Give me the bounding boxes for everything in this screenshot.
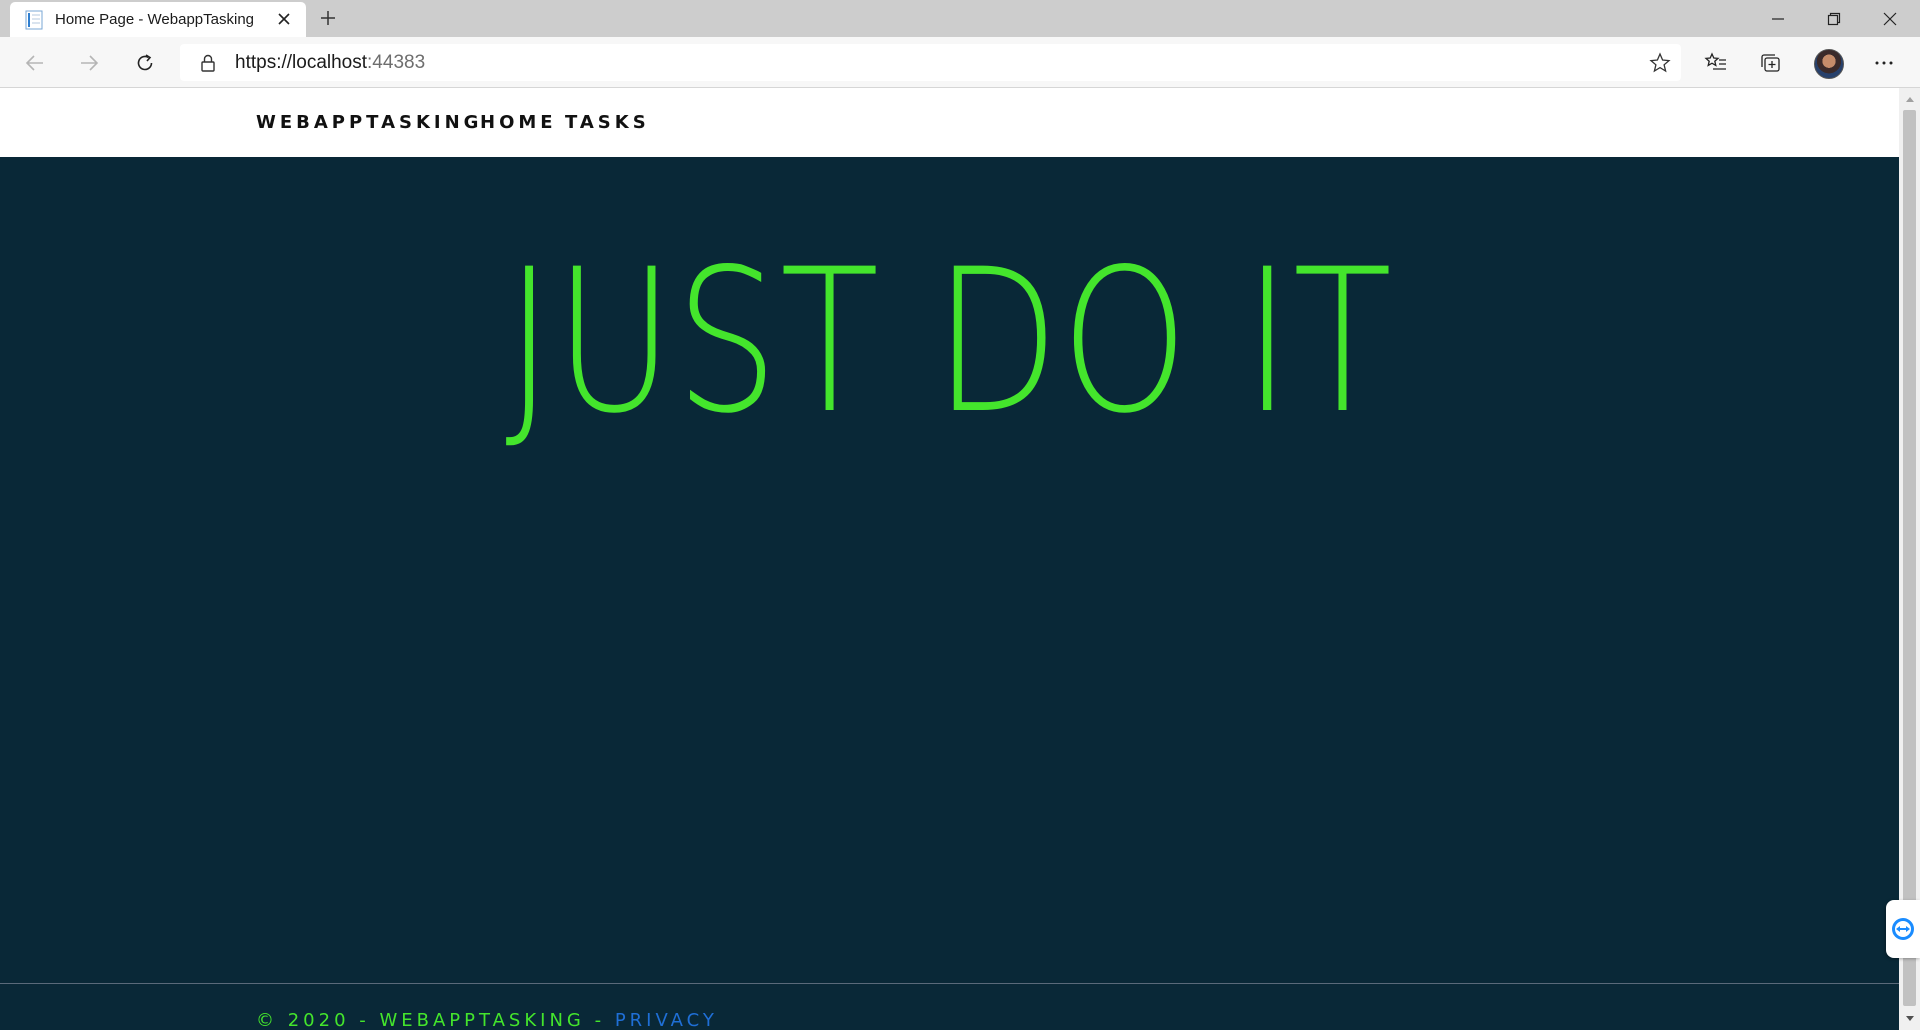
collections-icon[interactable]: [1757, 49, 1785, 77]
favorite-star-icon[interactable]: [1649, 52, 1671, 74]
footer-copyright-text: © 2020 - WEBAPPTASKING -: [256, 1010, 615, 1030]
new-tab-icon[interactable]: [317, 7, 339, 29]
refresh-icon[interactable]: [128, 46, 162, 80]
page-viewport: WEBAPPTASKING HOME TASKS JUST DO IT © 20…: [0, 88, 1899, 1030]
scrollbar-thumb[interactable]: [1903, 110, 1916, 1006]
url-port: :44383: [367, 52, 426, 73]
more-options-icon[interactable]: [1870, 49, 1898, 77]
close-tab-icon[interactable]: [274, 9, 294, 29]
favorites-list-icon[interactable]: [1702, 49, 1730, 77]
privacy-link[interactable]: PRIVACY: [615, 1010, 718, 1030]
scroll-down-icon[interactable]: [1899, 1010, 1920, 1028]
url-host: https://localhost: [235, 52, 368, 73]
lock-icon[interactable]: [198, 53, 218, 73]
back-arrow-icon[interactable]: [18, 46, 52, 80]
minimize-icon[interactable]: [1750, 0, 1806, 37]
browser-tabstrip: Home Page - WebappTasking: [0, 0, 1920, 37]
brand-link[interactable]: WEBAPPTASKING: [256, 112, 482, 133]
vertical-scrollbar[interactable]: [1899, 88, 1920, 1030]
site-navbar: WEBAPPTASKING HOME TASKS: [0, 88, 1899, 157]
url-text[interactable]: https://localhost:44383: [235, 52, 425, 74]
teamviewer-icon[interactable]: [1886, 900, 1920, 958]
hero-title: JUST DO IT: [505, 226, 1394, 457]
tab-title: Home Page - WebappTasking: [55, 11, 254, 28]
page-favicon-icon: [23, 9, 45, 31]
browser-toolbar: https://localhost:44383: [0, 37, 1920, 88]
close-window-icon[interactable]: [1862, 0, 1918, 37]
browser-tab[interactable]: Home Page - WebappTasking: [10, 2, 306, 37]
scroll-up-icon[interactable]: [1899, 90, 1920, 108]
forward-arrow-icon[interactable]: [72, 46, 106, 80]
footer-copyright: © 2020 - WEBAPPTASKING - PRIVACY: [256, 1010, 718, 1030]
site-footer: © 2020 - WEBAPPTASKING - PRIVACY: [0, 983, 1899, 1030]
nav-link-home[interactable]: HOME: [480, 112, 557, 133]
profile-avatar[interactable]: [1814, 49, 1844, 79]
hero-section: JUST DO IT: [0, 157, 1899, 983]
restore-icon[interactable]: [1806, 0, 1862, 37]
nav-link-tasks[interactable]: TASKS: [565, 112, 650, 133]
address-bar[interactable]: https://localhost:44383: [180, 44, 1681, 81]
